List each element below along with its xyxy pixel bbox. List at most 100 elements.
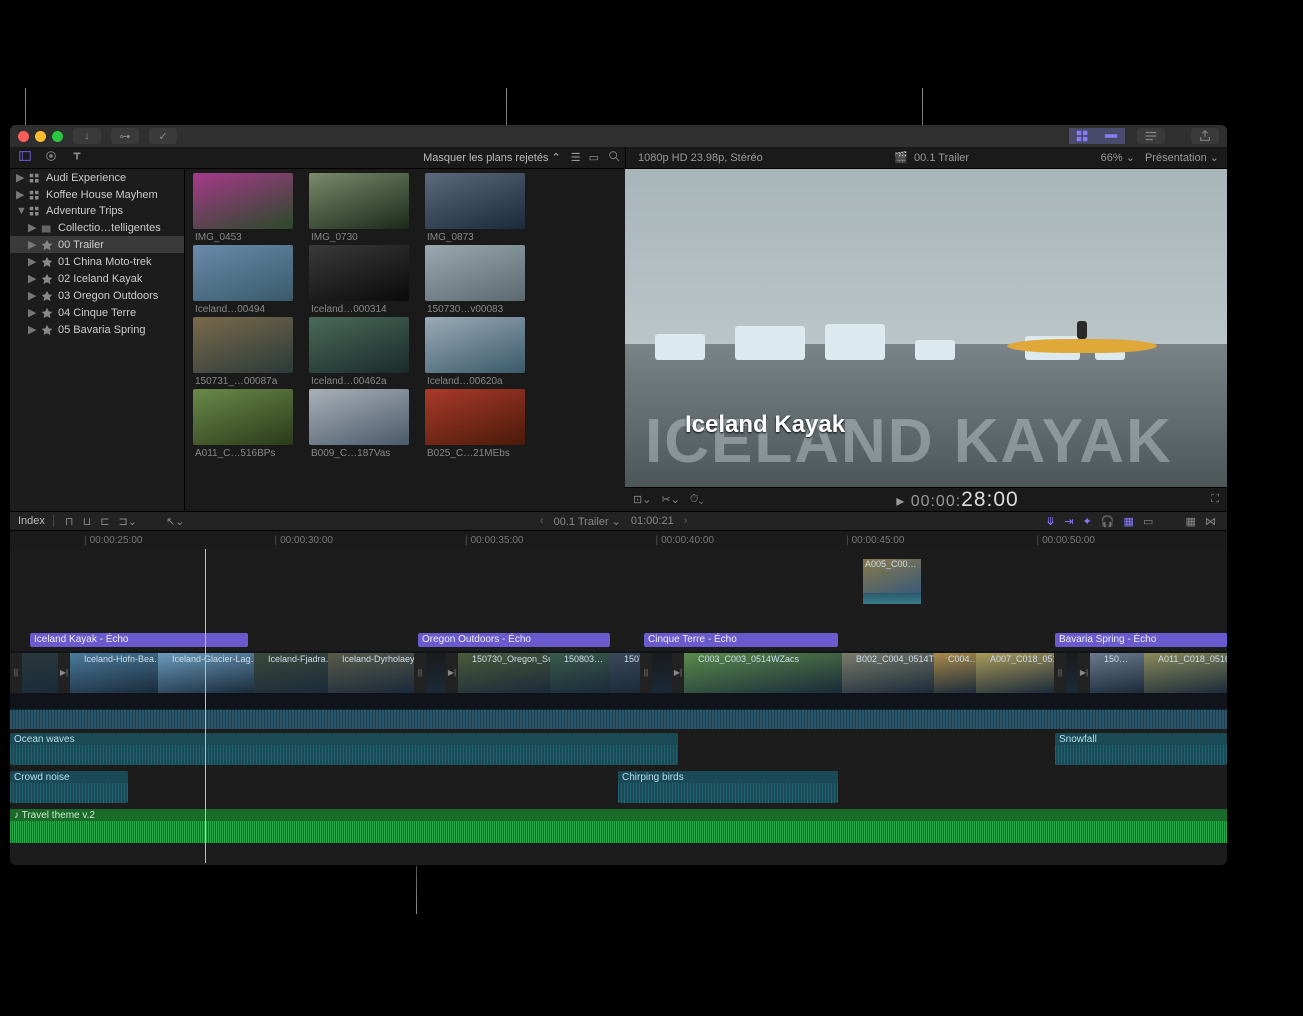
audio-clip[interactable]: Snowfall (1055, 733, 1227, 765)
edge-handle-left[interactable]: || (640, 653, 652, 693)
video-clip[interactable]: 150730_Oregon_Sur… (458, 653, 550, 707)
sidebar-item[interactable]: ▶Audi Experience (10, 169, 184, 186)
fullscreen-window-button[interactable] (52, 131, 63, 142)
video-clip[interactable]: || ▶| (10, 653, 70, 707)
browser-thumbnail[interactable]: IMG_0730 (309, 173, 421, 243)
minimize-window-button[interactable] (35, 131, 46, 142)
sidebar-item[interactable]: ▶00 Trailer (10, 236, 184, 253)
presentation-dropdown[interactable]: Présentation ⌄ (1145, 151, 1219, 164)
browser-thumbnail[interactable]: B025_C…21MEbs (425, 389, 537, 459)
skimming-icon[interactable]: ⤋ (1046, 516, 1055, 528)
inspector-toggle-button[interactable] (1137, 128, 1165, 144)
browser-toggle-segment[interactable] (1069, 128, 1125, 144)
browser-thumbnail[interactable]: IMG_0453 (193, 173, 305, 243)
music-clip[interactable]: ♪ Travel theme v.2 (10, 809, 1227, 843)
next-edit-icon[interactable]: › (684, 515, 688, 527)
search-icon[interactable] (607, 149, 621, 166)
video-clip[interactable]: 150… (1090, 653, 1144, 707)
video-clip[interactable]: C004… (934, 653, 976, 707)
video-clip[interactable]: Iceland-Fjadra… (254, 653, 328, 707)
title-clip[interactable]: Oregon Outdoors - Écho (418, 633, 610, 647)
sidebar-item[interactable]: ▶Koffee House Mayhem (10, 186, 184, 203)
timeline-index-button[interactable]: Index (18, 515, 54, 527)
arrow-tool-icon[interactable]: ↖⌄ (166, 515, 184, 528)
browser-thumbnail[interactable]: 150730…v00083 (425, 245, 537, 315)
browser-toggle-icon[interactable] (1069, 128, 1097, 144)
edge-handle-left[interactable]: || (414, 653, 426, 693)
sidebar-item[interactable]: ▼Adventure Trips (10, 203, 184, 219)
disclosure-icon[interactable]: ▶ (28, 255, 36, 268)
browser-thumbnail[interactable]: 150731_…00087a (193, 317, 305, 387)
disclosure-icon[interactable]: ▶ (28, 323, 36, 336)
timeline-project-label[interactable]: 00.1 Trailer ⌄ (554, 515, 621, 528)
browser-thumbnail[interactable]: Iceland…00494 (193, 245, 305, 315)
solo-icon[interactable]: ✦ (1082, 516, 1091, 528)
video-clip[interactable]: ||▶| (640, 653, 684, 707)
sidebar-item[interactable]: ▶04 Cinque Terre (10, 304, 184, 321)
fullscreen-viewer-icon[interactable]: ⛶ (1211, 493, 1219, 506)
titles-sidebar-icon[interactable] (70, 149, 84, 166)
connect-tool-icon[interactable]: ⊓ (65, 516, 74, 528)
library-sidebar-icon[interactable] (18, 149, 32, 166)
list-view-icon[interactable]: ▭ (589, 151, 599, 164)
disclosure-icon[interactable]: ▶ (28, 238, 36, 251)
edge-handle-left[interactable]: || (10, 653, 22, 693)
disclosure-icon[interactable]: ▶ (28, 289, 36, 302)
video-clip[interactable]: Iceland-Glacier-Lag… (158, 653, 254, 707)
disclosure-icon[interactable]: ▶ (28, 272, 36, 285)
zoom-dropdown[interactable]: 66% ⌄ (1101, 151, 1135, 164)
append-tool-icon[interactable]: ⊏ (100, 516, 109, 528)
retime-icon[interactable]: ⏱⌄ (690, 493, 704, 506)
connected-clip[interactable]: A005_C00… (863, 559, 921, 604)
filter-dropdown[interactable]: Masquer les plans rejetés ⌃ (423, 151, 561, 164)
sidebar-item[interactable]: ▶01 China Moto-trek (10, 253, 184, 270)
background-tasks-button[interactable]: ✓ (149, 128, 177, 144)
clip-appearance-icon[interactable]: ☰ (571, 151, 581, 164)
clip-appearance-tl-icon[interactable]: ▭ (1143, 516, 1153, 528)
transform-tool-icon[interactable]: ✂⌄ (661, 493, 679, 506)
video-clip[interactable]: 150803… (550, 653, 610, 707)
video-clip[interactable]: C003_C003_0514WZacs (684, 653, 842, 707)
sidebar-item[interactable]: ▶02 Iceland Kayak (10, 270, 184, 287)
video-clip[interactable]: Iceland-Hofn-Bea… (70, 653, 158, 707)
sidebar-item[interactable]: ▶03 Oregon Outdoors (10, 287, 184, 304)
playhead[interactable] (205, 549, 206, 863)
video-clip[interactable]: A011_C018_0516… (1144, 653, 1227, 707)
disclosure-icon[interactable]: ▶ (28, 306, 36, 319)
headphones-icon[interactable]: 🎧 (1101, 516, 1115, 528)
browser-thumbnail[interactable]: A011_C…516BPs (193, 389, 305, 459)
video-clip[interactable]: ||▶| (414, 653, 458, 707)
title-clip[interactable]: Cinque Terre - Écho (644, 633, 838, 647)
transitions-browser-icon[interactable]: ⋈ (1205, 516, 1216, 528)
import-button[interactable]: ↓ (73, 128, 101, 144)
video-clip[interactable]: 1507… (610, 653, 640, 707)
timeline-ruler[interactable]: 00:00:25:0000:00:30:0000:00:35:0000:00:4… (10, 531, 1227, 549)
disclosure-icon[interactable]: ▼ (16, 205, 24, 217)
video-clip[interactable]: A007_C018_051… (976, 653, 1054, 707)
share-button[interactable] (1191, 128, 1219, 144)
audio-clip[interactable]: Crowd noise (10, 771, 128, 803)
sidebar-item[interactable]: ▶Collectio…telligentes (10, 219, 184, 236)
effects-browser-icon[interactable]: ▦ (1186, 516, 1196, 528)
timeline-toggle-icon[interactable] (1097, 128, 1125, 144)
close-window-button[interactable] (18, 131, 29, 142)
view-options-icon[interactable]: ⊡⌄ (633, 493, 651, 506)
snapping-icon[interactable]: ▦ (1124, 516, 1134, 528)
keyword-button[interactable]: ⊶ (111, 128, 139, 144)
disclosure-icon[interactable]: ▶ (16, 171, 24, 184)
prev-edit-icon[interactable]: ‹ (540, 515, 544, 527)
title-clip[interactable]: Bavaria Spring - Écho (1055, 633, 1227, 647)
audio-clip[interactable]: Ocean waves (10, 733, 678, 765)
video-clip[interactable]: ||▶| (1054, 653, 1090, 707)
timeline-body[interactable]: A005_C00…Iceland Kayak - ÉchoOregon Outd… (10, 549, 1227, 863)
edge-handle-right[interactable]: ▶| (58, 653, 70, 693)
edge-handle-left[interactable]: || (1054, 653, 1066, 693)
insert-tool-icon[interactable]: ⊔ (83, 516, 92, 528)
audio-clip[interactable]: Chirping birds (618, 771, 838, 803)
overwrite-tool-icon[interactable]: ⊐⌄ (119, 516, 137, 528)
audio-skimming-icon[interactable]: ⇥ (1064, 516, 1073, 528)
browser-thumbnail[interactable]: IMG_0873 (425, 173, 537, 243)
disclosure-icon[interactable]: ▶ (16, 188, 24, 201)
browser-thumbnail[interactable]: Iceland…00620a (425, 317, 537, 387)
browser-thumbnail[interactable]: Iceland…00462a (309, 317, 421, 387)
